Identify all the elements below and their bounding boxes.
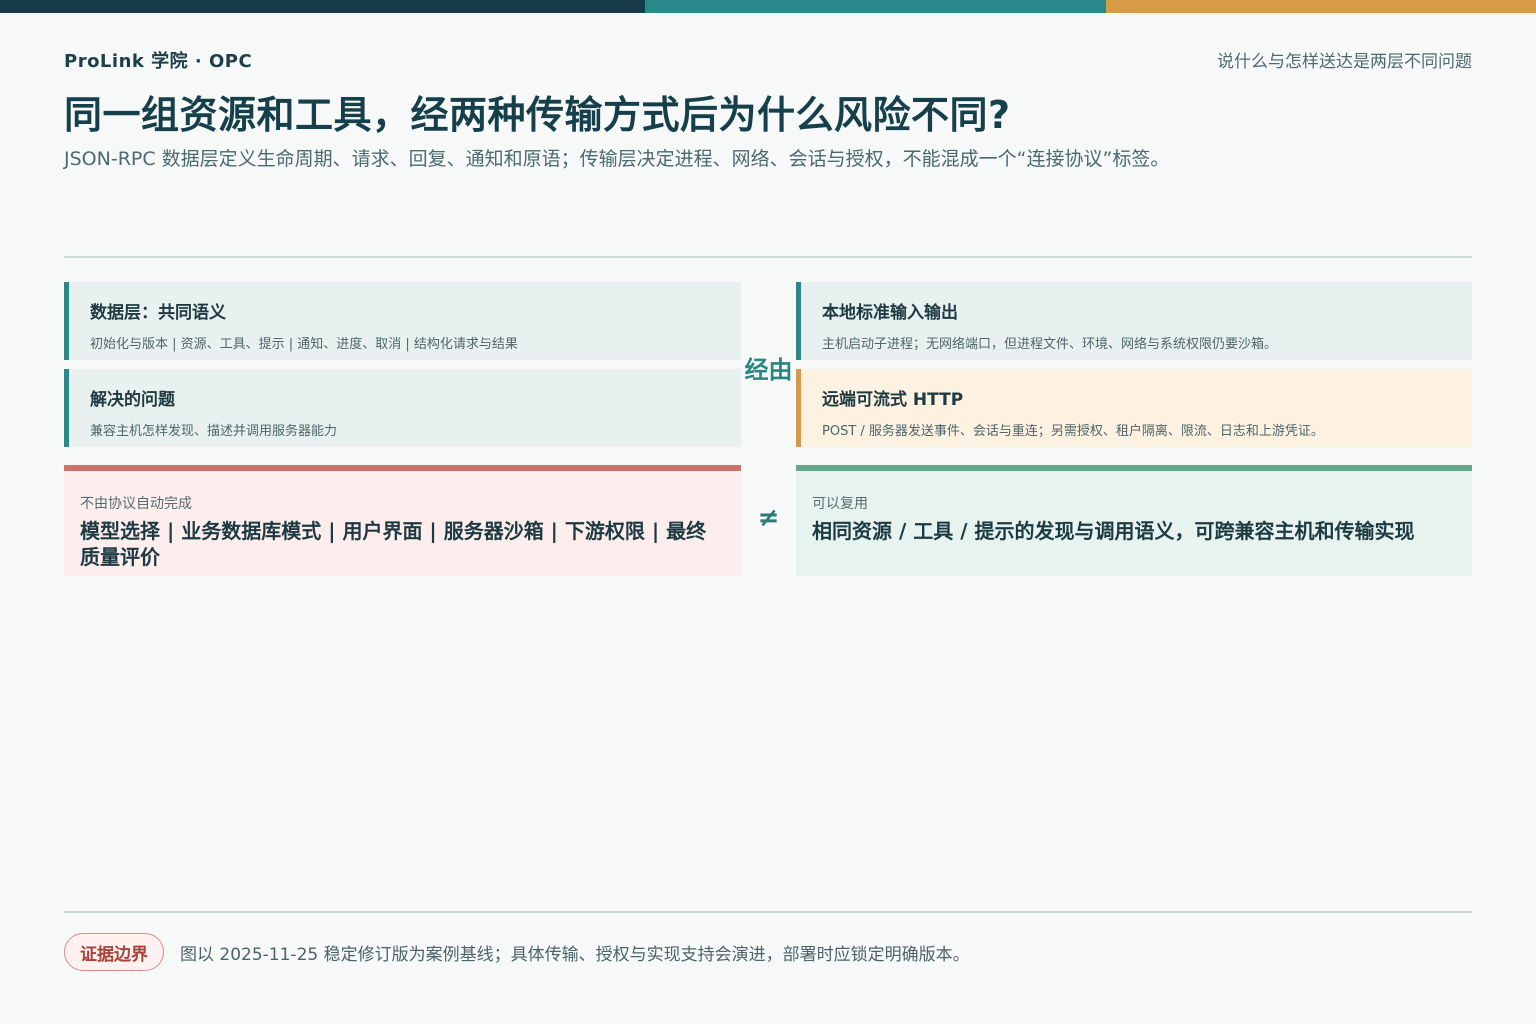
page-title: 同一组资源和工具，经两种传输方式后为什么风险不同?	[64, 93, 1011, 137]
not-equal-icon: ≠	[757, 503, 780, 533]
reusable-text: 相同资源 / 工具 / 提示的发现与调用语义，可跨兼容主机和传输实现	[812, 519, 1415, 543]
via-label: 经由	[744, 356, 793, 384]
reusable-label: 可以复用	[812, 496, 868, 512]
top-strip-teal-segment	[645, 0, 1106, 13]
http-card: 远端可流式 HTTP POST / 服务器发送事件、会话与重连；另需授权、租户隔…	[796, 369, 1472, 447]
header-divider	[64, 256, 1472, 258]
top-strip-orange-segment	[1106, 0, 1536, 13]
not-automatic-text: 模型选择 | 业务数据库模式 | 用户界面 | 服务器沙箱 | 下游权限 | 最…	[80, 519, 707, 569]
top-note: 说什么与怎样送达是两层不同问题	[1217, 52, 1472, 72]
problem-desc: 兼容主机怎样发现、描述并调用服务器能力	[90, 424, 338, 439]
evidence-note: 图以 2025-11-25 稳定修订版为案例基线；具体传输、授权与实现支持会演进…	[180, 945, 970, 965]
not-automatic-box: 不由协议自动完成 模型选择 | 业务数据库模式 | 用户界面 | 服务器沙箱 |…	[64, 465, 741, 576]
top-strip-navy-segment	[0, 0, 645, 13]
data-layer-card: 数据层：共同语义 初始化与版本 | 资源、工具、提示 | 通知、进度、取消 | …	[64, 282, 741, 360]
page-subtitle: JSON-RPC 数据层定义生命周期、请求、回复、通知和原语；传输层决定进程、网…	[64, 148, 1170, 170]
stdio-title: 本地标准输入输出	[822, 303, 958, 323]
not-automatic-label: 不由协议自动完成	[80, 496, 192, 512]
http-title: 远端可流式 HTTP	[822, 390, 964, 410]
brand-label: ProLink 学院 · OPC	[64, 51, 253, 72]
reusable-box: 可以复用 相同资源 / 工具 / 提示的发现与调用语义，可跨兼容主机和传输实现	[796, 465, 1472, 576]
problem-title: 解决的问题	[90, 390, 175, 410]
data-layer-desc: 初始化与版本 | 资源、工具、提示 | 通知、进度、取消 | 结构化请求与结果	[90, 337, 518, 352]
problem-card: 解决的问题 兼容主机怎样发现、描述并调用服务器能力	[64, 369, 741, 447]
footer-divider	[64, 911, 1472, 913]
stdio-card: 本地标准输入输出 主机启动子进程；无网络端口，但进程文件、环境、网络与系统权限仍…	[796, 282, 1472, 360]
stdio-desc: 主机启动子进程；无网络端口，但进程文件、环境、网络与系统权限仍要沙箱。	[822, 337, 1278, 352]
evidence-boundary-badge: 证据边界	[64, 933, 164, 971]
top-color-strip	[0, 0, 1536, 13]
data-layer-title: 数据层：共同语义	[90, 303, 226, 323]
http-desc: POST / 服务器发送事件、会话与重连；另需授权、租户隔离、限流、日志和上游凭…	[822, 424, 1324, 439]
